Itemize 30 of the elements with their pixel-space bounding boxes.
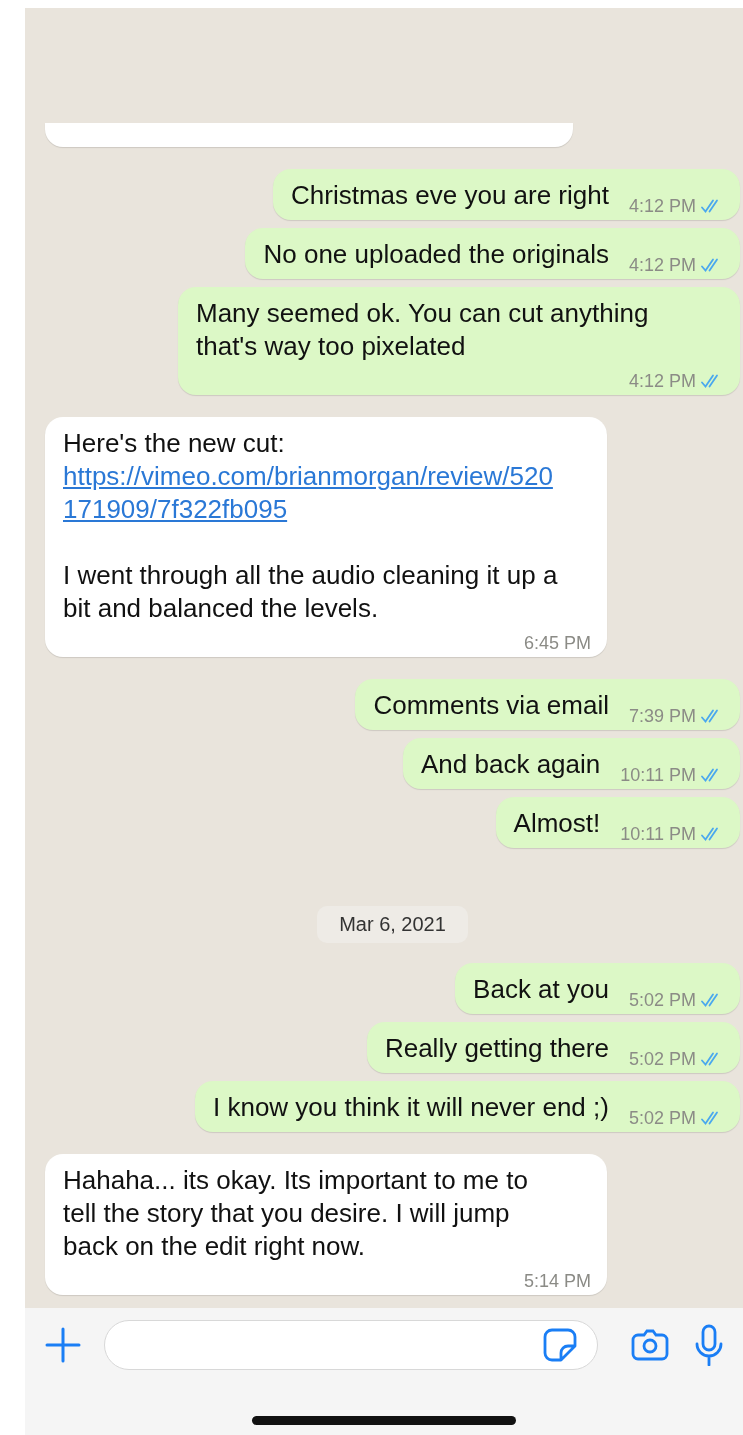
message-text: And back again	[421, 748, 601, 781]
message-text: Christmas eve you are right	[291, 179, 609, 212]
message-text: Almost!	[513, 807, 601, 840]
timestamp: 10:11 PM	[620, 823, 696, 846]
message-text: Really getting there	[384, 1032, 609, 1065]
date-label: Mar 6, 2021	[317, 906, 468, 943]
microphone-icon[interactable]	[694, 1324, 724, 1366]
timestamp: 10:11 PM	[620, 764, 696, 787]
message-text: Hahaha... its okay. Its important to me to tell the story that you desire. I will jump back on the edit right now.	[63, 1164, 529, 1263]
input-field[interactable]	[104, 1320, 598, 1370]
message-text: Many seemed ok. You can cut anything that's way too pixelated	[196, 297, 650, 363]
message-text: Here's the new cut:	[63, 427, 286, 460]
message-text: I know you think it will never end ;)	[213, 1091, 609, 1124]
link[interactable]: https://vimeo.com/brianmorgan/review/520171909/7f322fb095	[63, 460, 563, 526]
message-text: Comments via email	[373, 689, 609, 722]
message-text: Back at you	[473, 973, 609, 1006]
message-text: I went through all the audio cleaning it up a bit and balanced the levels.	[63, 559, 559, 625]
timestamp: 5:02 PM	[628, 1107, 696, 1130]
plus-icon[interactable]	[45, 1327, 81, 1363]
timestamp: 7:39 PM	[628, 705, 696, 728]
sticker-icon[interactable]	[543, 1328, 577, 1362]
timestamp: 5:02 PM	[628, 1048, 696, 1071]
timestamp: 5:14 PM	[523, 1270, 591, 1293]
timestamp: 4:12 PM	[628, 195, 696, 218]
camera-icon[interactable]	[630, 1328, 670, 1362]
timestamp: 5:02 PM	[628, 989, 696, 1012]
message-text: No one uploaded the originals	[263, 238, 609, 271]
timestamp: 6:45 PM	[523, 632, 591, 655]
timestamp: 4:12 PM	[628, 370, 696, 393]
timestamp: 4:12 PM	[628, 254, 696, 277]
